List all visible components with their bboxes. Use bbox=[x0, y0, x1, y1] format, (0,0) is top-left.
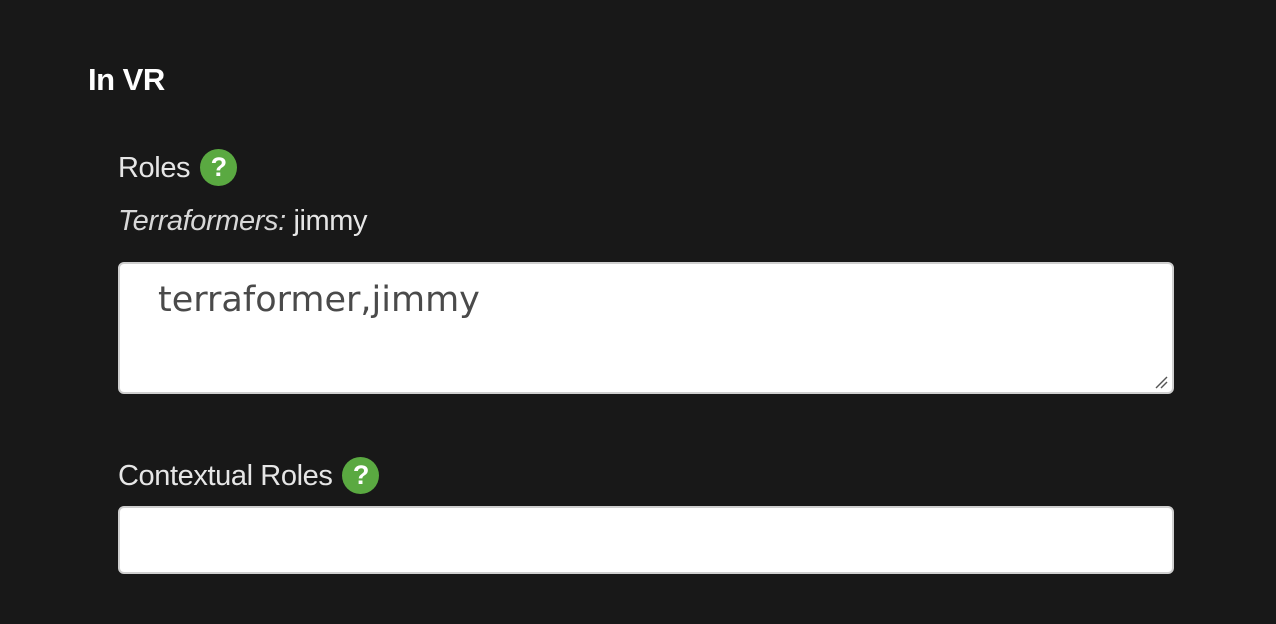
settings-page: In VR Roles ? Terraformers: jimmy terraf… bbox=[0, 0, 1276, 624]
question-mark-icon[interactable]: ? bbox=[342, 457, 380, 494]
roles-textarea[interactable]: terraformer,jimmy bbox=[118, 262, 1174, 394]
section-title: In VR bbox=[88, 62, 165, 97]
question-mark-icon[interactable]: ? bbox=[200, 149, 238, 186]
contextual-roles-label-row: Contextual Roles ? bbox=[118, 457, 380, 494]
roles-label-row: Roles ? bbox=[118, 149, 238, 186]
current-roles-value: jimmy bbox=[293, 205, 368, 237]
contextual-roles-label: Contextual Roles bbox=[118, 459, 333, 492]
roles-label: Roles bbox=[118, 151, 191, 184]
current-roles-group-label: Terraformers: bbox=[118, 205, 286, 237]
current-roles-summary: Terraformers: jimmy bbox=[118, 203, 368, 239]
contextual-roles-input[interactable] bbox=[118, 506, 1174, 574]
resize-grip-icon[interactable] bbox=[1154, 375, 1168, 389]
